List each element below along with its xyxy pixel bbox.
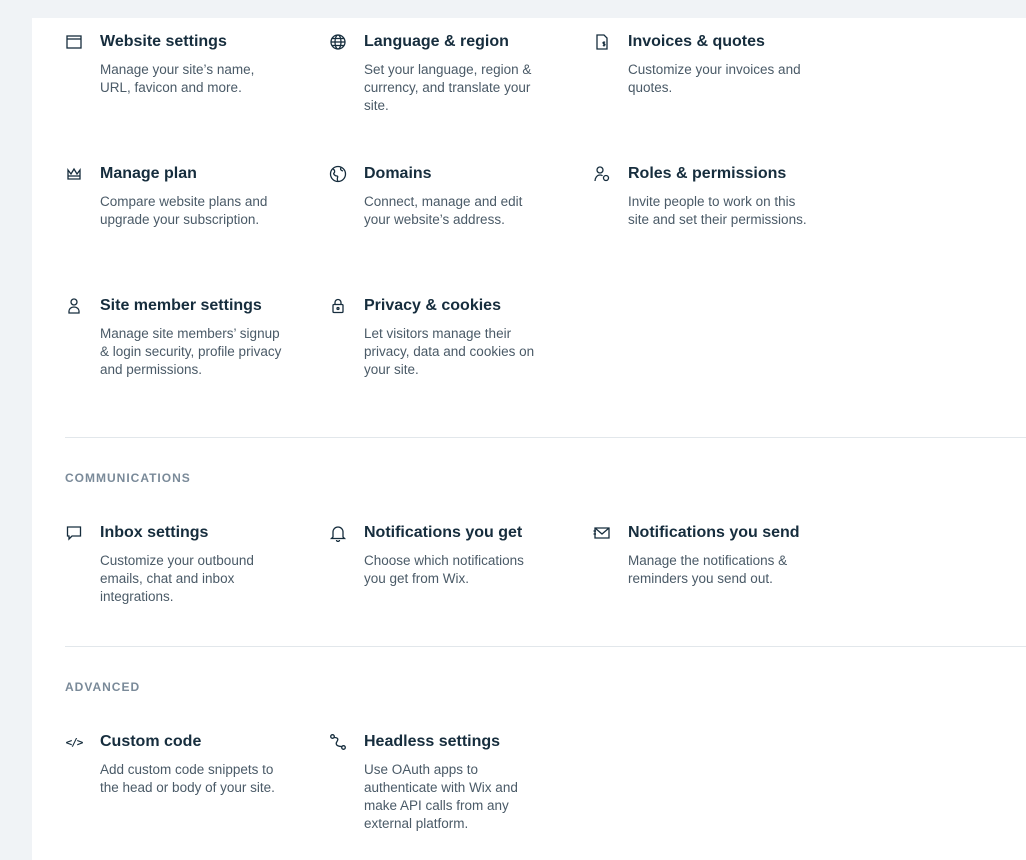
language-region-title: Language & region	[364, 33, 509, 50]
browser-window-icon	[65, 33, 83, 51]
crown-icon	[65, 165, 83, 183]
domains-desc: Connect, manage and edit your website’s …	[364, 194, 523, 227]
manage-plan-desc: Compare website plans and upgrade your s…	[100, 194, 268, 227]
globe-icon	[329, 33, 347, 51]
site-member-settings-desc: Manage site members’ signup & login secu…	[100, 326, 282, 377]
user-settings-icon	[593, 165, 611, 183]
invoice-icon	[593, 33, 611, 51]
manage-plan-title: Manage plan	[100, 165, 197, 182]
inbox-settings-desc: Customize your outbound emails, chat and…	[100, 553, 254, 604]
chat-bubble-icon	[65, 524, 83, 542]
communications-heading: COMMUNICATIONS	[65, 471, 191, 485]
privacy-cookies-desc: Let visitors manage their privacy, data …	[364, 326, 535, 377]
left-sidebar-strip	[0, 18, 32, 860]
headless-settings-title: Headless settings	[364, 733, 501, 750]
headless-icon	[329, 733, 347, 751]
website-settings-desc: Manage your site’s name, URL, favicon an…	[100, 62, 255, 95]
invoices-quotes-desc: Customize your invoices and quotes.	[628, 62, 801, 95]
top-bar	[0, 0, 1026, 18]
website-settings-title: Website settings	[100, 33, 227, 50]
roles-permissions-desc: Invite people to work on this site and s…	[628, 194, 807, 227]
site-member-settings-title: Site member settings	[100, 297, 262, 314]
privacy-cookies-title: Privacy & cookies	[364, 297, 501, 314]
headless-settings-desc: Use OAuth apps to authenticate with Wix …	[364, 762, 518, 831]
language-region-desc: Set your language, region & currency, an…	[364, 62, 532, 113]
custom-code-desc: Add custom code snippets to the head or …	[100, 762, 275, 795]
inbox-settings-title: Inbox settings	[100, 524, 209, 541]
custom-code-title: Custom code	[100, 733, 202, 750]
roles-permissions-title: Roles & permissions	[628, 165, 787, 182]
advanced-heading: ADVANCED	[65, 680, 141, 694]
notifications-you-get-desc: Choose which notifications you get from …	[364, 553, 524, 586]
domain-globe-icon	[329, 165, 347, 183]
notifications-you-get-title: Notifications you get	[364, 524, 523, 541]
section-divider	[65, 437, 1026, 438]
notifications-you-send-desc: Manage the notifications & reminders you…	[628, 553, 788, 586]
notifications-you-send-title: Notifications you send	[628, 524, 800, 541]
bell-icon	[329, 524, 347, 542]
domains-title: Domains	[364, 165, 432, 182]
section-divider	[65, 646, 1026, 647]
code-icon: </>	[65, 735, 84, 749]
invoices-quotes-title: Invoices & quotes	[628, 33, 765, 50]
envelope-send-icon	[593, 524, 611, 542]
person-icon	[65, 297, 83, 315]
lock-icon	[329, 297, 347, 315]
settings-panel: Website settings Manage your site’s name…	[32, 18, 1026, 860]
